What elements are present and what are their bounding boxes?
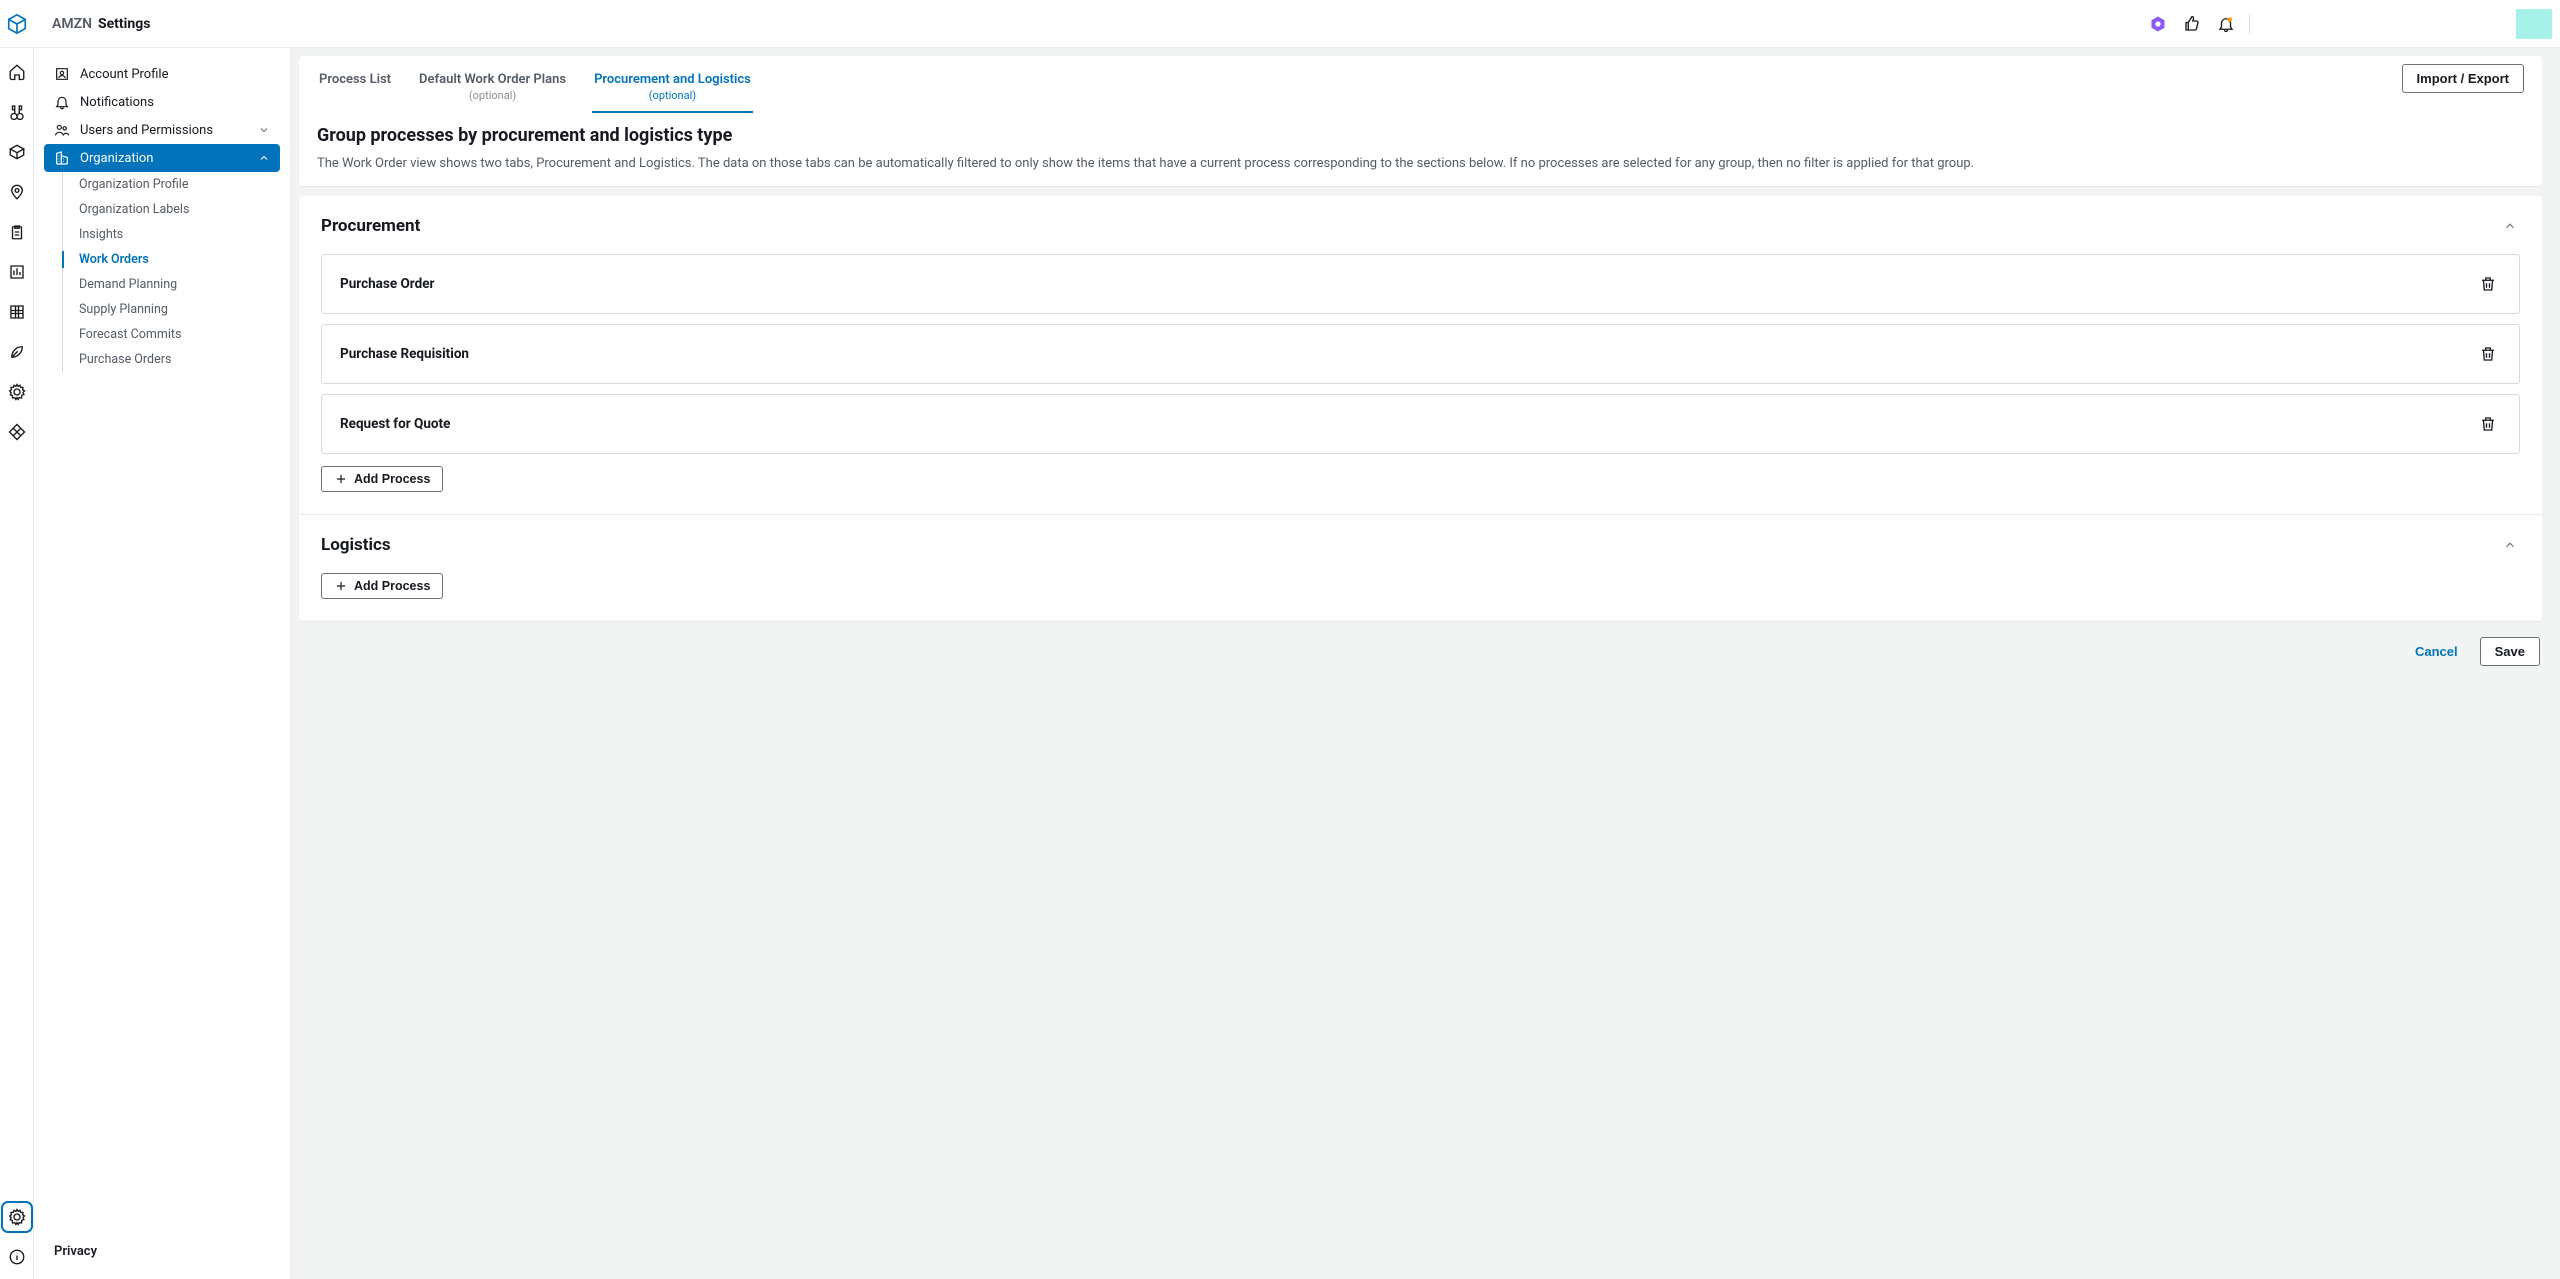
sidebar-sub-work-orders[interactable]: Work Orders	[63, 247, 280, 272]
tab-default-work-order-plans[interactable]: Default Work Order Plans (optional)	[417, 64, 568, 112]
rail-analytics-icon[interactable]	[5, 260, 29, 284]
building-icon	[54, 150, 70, 166]
sidebar-item-notifications[interactable]: Notifications	[44, 88, 280, 116]
sidebar-sub-demand-planning[interactable]: Demand Planning	[63, 272, 280, 297]
rail-admin-icon[interactable]	[5, 380, 29, 404]
collapse-procurement[interactable]	[2500, 216, 2520, 236]
rail-settings-icon[interactable]	[5, 1205, 29, 1229]
delete-process-button[interactable]	[2475, 271, 2501, 297]
trash-icon	[2479, 345, 2497, 363]
topbar: AMZN Settings	[0, 0, 2560, 48]
sidebar-item-label: Organization	[80, 151, 153, 166]
chevron-down-icon	[258, 124, 270, 136]
page-title: Settings	[98, 16, 150, 32]
divider	[2249, 15, 2250, 33]
collapse-logistics[interactable]	[2500, 535, 2520, 555]
delete-process-button[interactable]	[2475, 411, 2501, 437]
sidebar-sub-organization: Organization Profile Organization Labels…	[62, 172, 280, 372]
process-name: Request for Quote	[340, 416, 450, 432]
settings-sidebar: Account Profile Notifications Users and …	[34, 48, 291, 1279]
plus-icon	[334, 579, 348, 593]
sidebar-sub-purchase-orders[interactable]: Purchase Orders	[63, 347, 280, 372]
procurement-list: Purchase Order Purchase Requisition Requ…	[321, 254, 2520, 454]
main-content: Process List Default Work Order Plans (o…	[291, 48, 2560, 1279]
import-export-button[interactable]: Import / Export	[2402, 64, 2524, 93]
sidebar-sub-forecast-commits[interactable]: Forecast Commits	[63, 322, 280, 347]
logistics-title: Logistics	[321, 535, 391, 555]
cancel-button[interactable]: Cancel	[2405, 637, 2468, 666]
user-chip[interactable]	[2516, 9, 2552, 39]
sidebar-sub-supply-planning[interactable]: Supply Planning	[63, 297, 280, 322]
process-row[interactable]: Purchase Order	[321, 254, 2520, 314]
footer-actions: Cancel Save	[299, 631, 2542, 666]
process-row[interactable]: Request for Quote	[321, 394, 2520, 454]
trash-icon	[2479, 415, 2497, 433]
header-card: Process List Default Work Order Plans (o…	[299, 56, 2542, 186]
people-icon	[54, 122, 70, 138]
add-process-logistics-button[interactable]: Add Process	[321, 573, 443, 599]
procurement-section: Procurement Purchase Order Purchase Requ…	[299, 196, 2542, 514]
logistics-section: Logistics Add Process	[299, 514, 2542, 621]
rail-inventory-icon[interactable]	[5, 140, 29, 164]
app-logo[interactable]	[0, 13, 34, 35]
nav-rail	[0, 48, 34, 1279]
process-name: Purchase Order	[340, 276, 434, 292]
sidebar-item-account-profile[interactable]: Account Profile	[44, 60, 280, 88]
rail-integrations-icon[interactable]	[5, 420, 29, 444]
tab-procurement-logistics[interactable]: Procurement and Logistics (optional)	[592, 64, 753, 112]
notifications-icon[interactable]	[2209, 7, 2243, 41]
page-description: The Work Order view shows two tabs, Proc…	[317, 154, 2524, 174]
sidebar-item-organization[interactable]: Organization	[44, 144, 280, 172]
process-row[interactable]: Purchase Requisition	[321, 324, 2520, 384]
user-icon	[54, 66, 70, 82]
sidebar-item-label: Notifications	[80, 95, 154, 110]
process-name: Purchase Requisition	[340, 346, 469, 362]
tab-process-list[interactable]: Process List	[317, 64, 393, 97]
rail-data-icon[interactable]	[5, 300, 29, 324]
rail-explore-icon[interactable]	[5, 100, 29, 124]
sidebar-item-label: Users and Permissions	[80, 123, 213, 138]
rail-locations-icon[interactable]	[5, 180, 29, 204]
org-code: AMZN	[52, 16, 92, 32]
save-button[interactable]: Save	[2480, 637, 2540, 666]
groups-card: Procurement Purchase Order Purchase Requ…	[299, 196, 2542, 621]
sidebar-sub-organization-profile[interactable]: Organization Profile	[63, 172, 280, 197]
trash-icon	[2479, 275, 2497, 293]
sidebar-sub-insights[interactable]: Insights	[63, 222, 280, 247]
sidebar-item-users-permissions[interactable]: Users and Permissions	[44, 116, 280, 144]
breadcrumb: AMZN Settings	[52, 16, 150, 32]
sidebar-item-label: Account Profile	[80, 67, 168, 82]
bell-icon	[54, 94, 70, 110]
add-process-procurement-button[interactable]: Add Process	[321, 466, 443, 492]
procurement-title: Procurement	[321, 216, 420, 236]
assist-icon[interactable]	[2141, 7, 2175, 41]
plus-icon	[334, 472, 348, 486]
feedback-icon[interactable]	[2175, 7, 2209, 41]
privacy-link[interactable]: Privacy	[44, 1236, 280, 1267]
rail-orders-icon[interactable]	[5, 220, 29, 244]
page-heading: Group processes by procurement and logis…	[317, 125, 2524, 146]
rail-help-icon[interactable]	[5, 1245, 29, 1269]
tabs: Process List Default Work Order Plans (o…	[317, 64, 2524, 113]
sidebar-sub-organization-labels[interactable]: Organization Labels	[63, 197, 280, 222]
chevron-up-icon	[258, 152, 270, 164]
rail-sustainability-icon[interactable]	[5, 340, 29, 364]
rail-home-icon[interactable]	[5, 60, 29, 84]
delete-process-button[interactable]	[2475, 341, 2501, 367]
